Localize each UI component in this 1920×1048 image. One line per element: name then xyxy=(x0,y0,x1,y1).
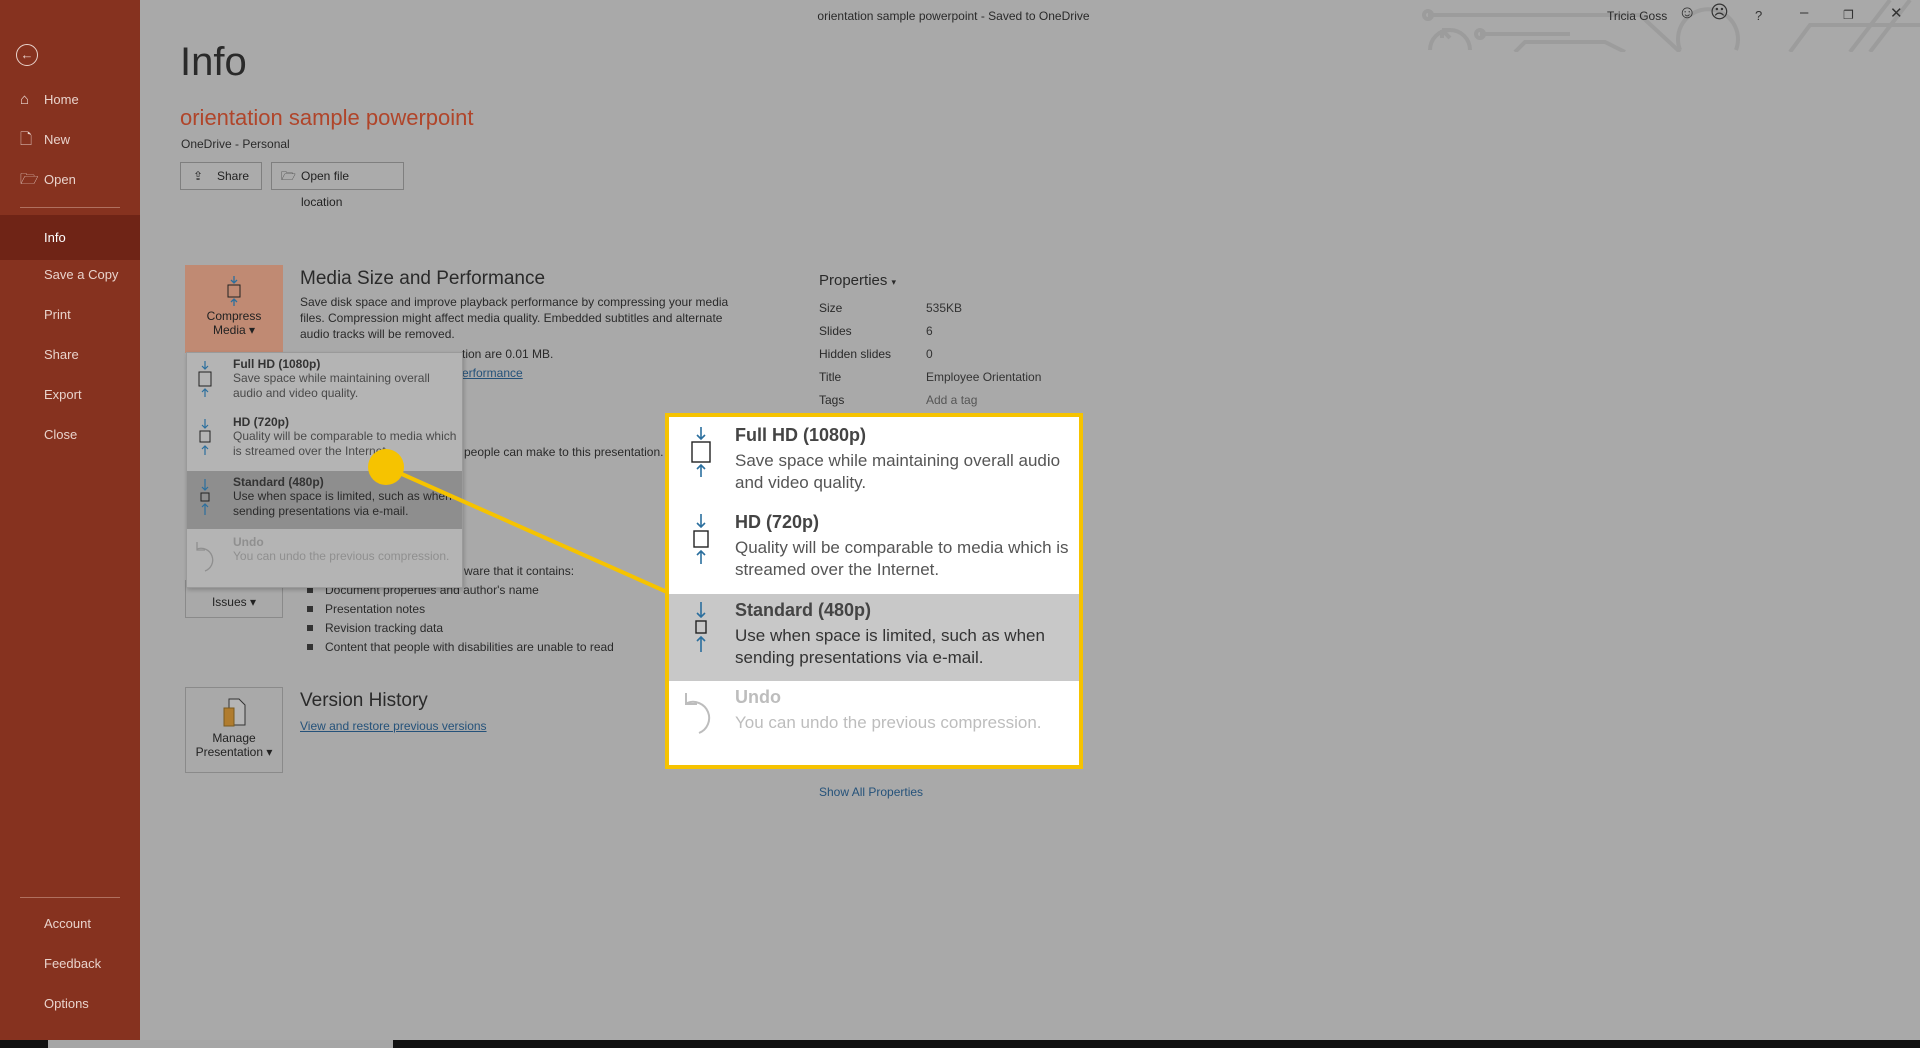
property-value: 535KB xyxy=(926,301,963,315)
sidebar-item-info[interactable]: Info xyxy=(0,215,140,260)
smile-feedback-icon[interactable]: ☺ xyxy=(1678,2,1696,23)
media-description: audio tracks will be removed. xyxy=(300,327,455,341)
taskbar xyxy=(0,1040,1920,1048)
sidebar-item-account[interactable]: Account xyxy=(0,904,140,944)
media-description: Save disk space and improve playback per… xyxy=(300,295,729,309)
properties-dropdown[interactable]: Properties ▾ xyxy=(819,272,896,289)
menu-item-full-hd[interactable]: Full HD (1080p) Save space while maintain… xyxy=(187,357,462,413)
sidebar-item-save-copy[interactable]: Save a Copy xyxy=(0,255,140,295)
version-history-title: Version History xyxy=(300,690,428,711)
inspect-item: Revision tracking data xyxy=(325,621,444,635)
sidebar-item-open[interactable]: 🗁 Open xyxy=(0,160,140,200)
menu-item-standard[interactable]: Standard (480p) Use when space is limited… xyxy=(187,471,462,529)
open-file-location-button[interactable]: 🗁 Open file location xyxy=(271,162,404,209)
compress-full-hd-icon xyxy=(198,361,212,397)
callout-item-full-hd: Full HD (1080p) Save space while maintain… xyxy=(669,425,1079,511)
sidebar-item-options[interactable]: Options xyxy=(0,984,140,1024)
view-versions-link[interactable]: View and restore previous versions xyxy=(300,719,487,733)
bullet xyxy=(307,644,313,650)
inspect-item: Presentation notes xyxy=(325,602,426,616)
compress-hd-icon xyxy=(199,419,211,455)
compress-hd-icon xyxy=(693,514,709,564)
improve-media-link[interactable]: erformance xyxy=(462,366,523,380)
document-location: OneDrive - Personal xyxy=(181,137,290,151)
manage-presentation-button[interactable]: Manage Presentation ▾ xyxy=(185,687,283,773)
compress-media-icon xyxy=(227,276,241,306)
sidebar-item-print[interactable]: Print xyxy=(0,295,140,335)
property-value[interactable]: Employee Orientation xyxy=(926,370,1041,384)
page-title: Info xyxy=(180,40,247,84)
sidebar-item-feedback[interactable]: Feedback xyxy=(0,944,140,984)
share-button[interactable]: ⇪ Share xyxy=(180,162,262,190)
property-label: Size xyxy=(819,301,843,315)
property-label: Slides xyxy=(819,324,852,338)
callout-item-hd: HD (720p) Quality will be comparable to m… xyxy=(669,512,1079,592)
minimize-icon[interactable]: – xyxy=(1800,4,1808,21)
compress-standard-icon xyxy=(695,602,707,652)
protect-description: people can make to this presentation. xyxy=(464,445,664,459)
sidebar-item-export[interactable]: Export xyxy=(0,375,140,415)
divider xyxy=(20,207,120,208)
folder-icon: 🗁 xyxy=(281,169,296,183)
media-section-title: Media Size and Performance xyxy=(300,268,546,289)
document-name: orientation sample powerpoint xyxy=(180,105,474,130)
sidebar-item-close[interactable]: Close xyxy=(0,415,140,455)
sidebar-item-new[interactable]: 🗋 New xyxy=(0,120,140,160)
menu-item-hd[interactable]: HD (720p) Quality will be comparable to m… xyxy=(187,415,462,471)
sidebar-item-share[interactable]: Share xyxy=(0,335,140,375)
compress-full-hd-icon xyxy=(691,427,711,477)
sidebar-item-home[interactable]: ⌂ Home xyxy=(0,80,140,120)
property-label: Title xyxy=(819,370,842,384)
callout-item-undo: Undo You can undo the previous compressio… xyxy=(669,687,1079,765)
inspect-description: ware that it contains: xyxy=(464,564,575,578)
compress-media-menu: Full HD (1080p) Save space while maintain… xyxy=(186,352,463,588)
back-button[interactable]: ← xyxy=(16,44,38,66)
restore-icon[interactable]: ❐ xyxy=(1843,8,1854,22)
compress-standard-icon xyxy=(200,479,210,515)
bullet xyxy=(307,606,313,612)
inspect-item: Content that people with disabilities ar… xyxy=(325,640,614,654)
media-description: files. Compression might affect media qu… xyxy=(300,311,723,325)
taskbar-search[interactable] xyxy=(48,1040,393,1048)
manage-presentation-icon xyxy=(223,698,246,727)
bullet xyxy=(307,625,313,631)
property-label: Hidden slides xyxy=(819,347,892,361)
callout-item-standard: Standard (480p) Use when space is limited… xyxy=(669,594,1079,681)
divider xyxy=(20,897,120,898)
undo-icon xyxy=(685,693,711,734)
property-value: 6 xyxy=(926,324,933,338)
show-all-properties-link[interactable]: Show All Properties xyxy=(819,785,923,799)
share-icon: ⇪ xyxy=(193,169,204,183)
new-file-icon: 🗋 xyxy=(20,131,33,148)
backstage-sidebar: ← ⌂ Home 🗋 New 🗁 Open Info Save a Copy Prin… xyxy=(0,0,140,1040)
property-label: Tags xyxy=(819,393,845,407)
menu-item-undo[interactable]: Undo You can undo the previous compressio… xyxy=(187,535,462,587)
compress-media-button[interactable]: Compress Media ▾ xyxy=(185,265,283,353)
help-button[interactable]: ? xyxy=(1755,8,1762,23)
frown-feedback-icon[interactable]: ☹ xyxy=(1710,2,1729,23)
magnified-callout: Full HD (1080p) Save space while maintain… xyxy=(665,413,1083,769)
media-size-text: tion are 0.01 MB. xyxy=(462,347,554,361)
folder-open-icon: 🗁 xyxy=(20,171,39,188)
tags-input[interactable]: Add a tag xyxy=(926,393,977,407)
user-name[interactable]: Tricia Goss xyxy=(1607,9,1667,23)
property-value: 0 xyxy=(926,347,933,361)
undo-icon xyxy=(196,542,214,572)
close-icon[interactable]: ✕ xyxy=(1890,4,1903,22)
home-icon: ⌂ xyxy=(20,91,30,108)
